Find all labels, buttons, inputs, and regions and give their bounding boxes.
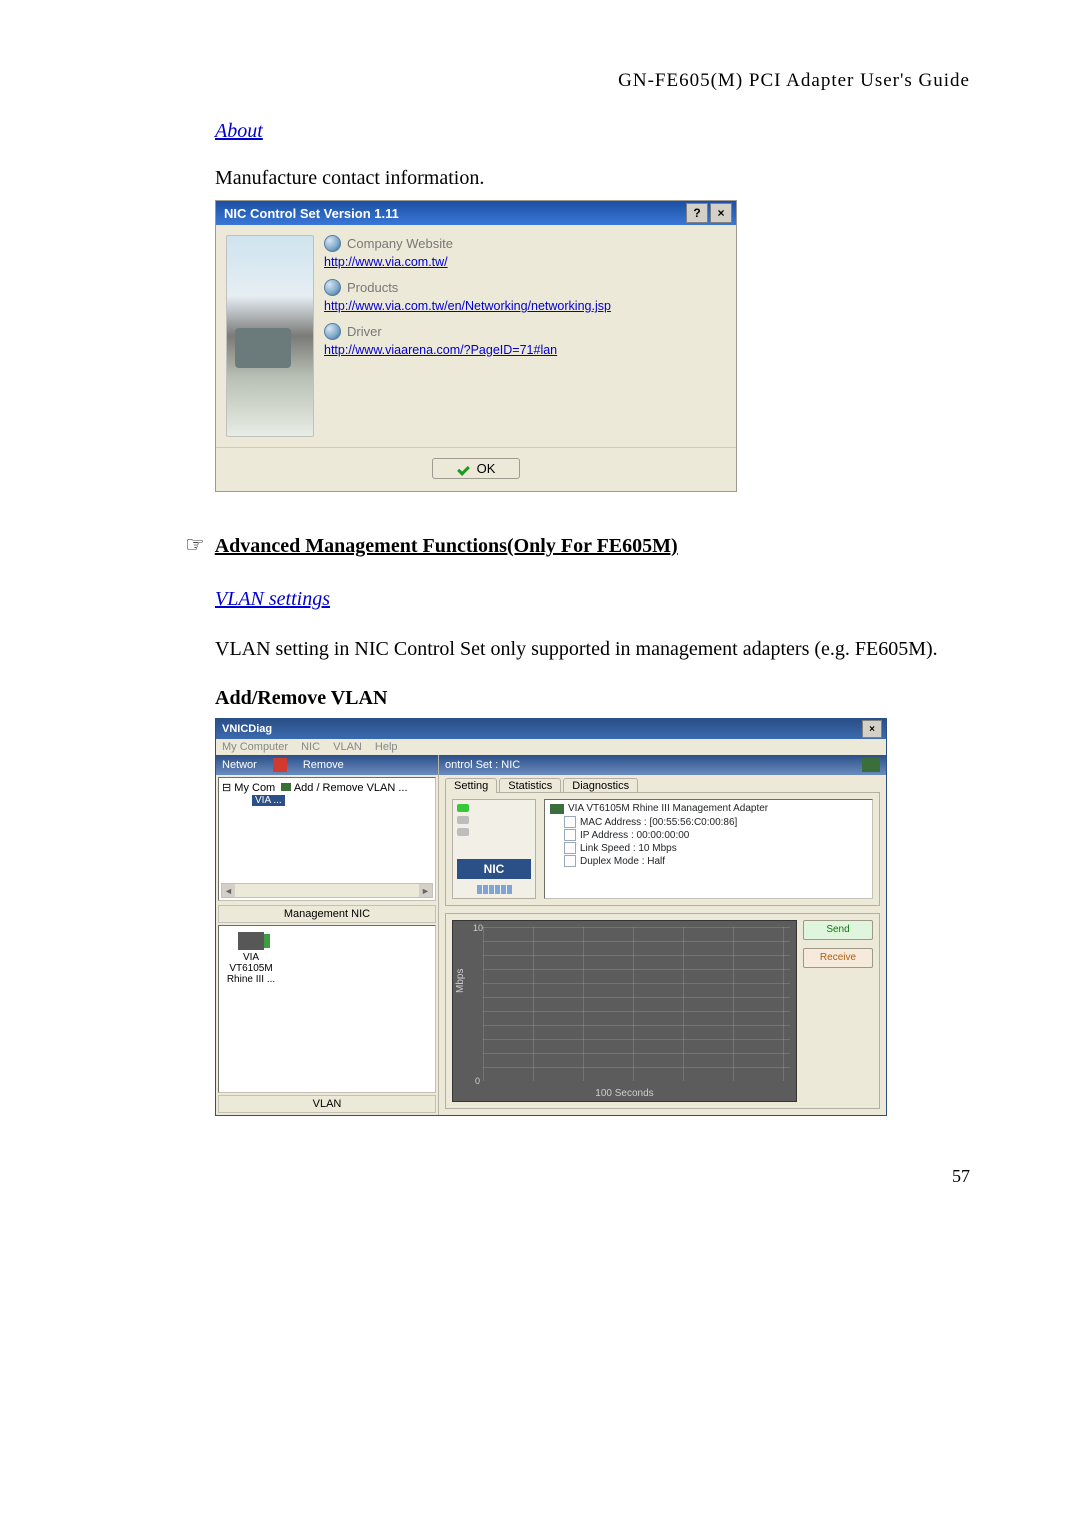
chart-ytick-max: 10	[473, 923, 483, 933]
nic-bars-icon	[457, 885, 531, 894]
management-nic-panel: VIA VT6105M Rhine III ...	[218, 925, 436, 1093]
tree-scrollbar[interactable]: ◄ ►	[221, 883, 433, 898]
nic-item-label-2: Rhine III ...	[225, 974, 277, 985]
setting-tab-panel: NIC VIA VT6105M Rhine III Management Ada…	[445, 792, 880, 906]
ok-button-label: OK	[477, 461, 496, 476]
tab-strip: Setting Statistics Diagnostics	[439, 775, 886, 793]
info-mac-address: MAC Address : [00:55:56:C0:00:86]	[580, 817, 737, 828]
dialog-side-image	[226, 235, 314, 437]
vnicdiag-titlebar: VNICDiag ×	[216, 719, 886, 739]
legend-send-button[interactable]: Send	[803, 920, 873, 940]
menu-my-computer[interactable]: My Computer	[222, 741, 288, 753]
property-icon	[564, 855, 576, 867]
led-gray-icon	[457, 816, 469, 824]
menu-vlan[interactable]: VLAN	[333, 741, 362, 753]
property-icon	[564, 816, 576, 828]
company-website-link[interactable]: http://www.via.com.tw/	[324, 255, 448, 269]
nic-status-tile: NIC	[452, 799, 536, 899]
adapter-icon	[550, 804, 564, 814]
info-root-label: VIA VT6105M Rhine III Management Adapter	[568, 803, 768, 814]
vnicdiag-window: VNICDiag × My Computer NIC VLAN Help Net…	[215, 718, 887, 1116]
driver-label: Driver	[347, 324, 382, 339]
control-set-header: ontrol Set : NIC	[439, 755, 886, 775]
legend-receive-button[interactable]: Receive	[803, 948, 873, 968]
pointing-hand-icon: ☞	[185, 532, 205, 558]
dialog-help-button[interactable]: ?	[686, 203, 708, 223]
checkmark-icon	[457, 462, 471, 476]
chart-legend: Send Receive	[803, 920, 873, 1102]
vnicdiag-title-text: VNICDiag	[222, 723, 862, 735]
about-lead-text: Manufacture contact information.	[215, 167, 970, 190]
about-heading-link[interactable]: About	[215, 120, 263, 143]
tab-setting[interactable]: Setting	[445, 778, 497, 793]
info-duplex-mode: Duplex Mode : Half	[580, 856, 665, 867]
info-ip-address: IP Address : 00:00:00:00	[580, 830, 689, 841]
dialog-close-button[interactable]: ×	[710, 203, 732, 223]
nic-control-set-dialog: NIC Control Set Version 1.11 ? × Company…	[215, 200, 737, 492]
tree-selected-item[interactable]: VIA ...	[252, 795, 285, 806]
led-green-icon	[457, 804, 469, 812]
doc-header: GN-FE605(M) PCI Adapter User's Guide	[215, 70, 970, 92]
page-number: 57	[215, 1166, 970, 1187]
globe-icon	[324, 235, 341, 252]
tree-view[interactable]: ⊟ My Com Add / Remove VLAN ... VIA ... ◄…	[218, 777, 436, 901]
vnicdiag-menubar: My Computer NIC VLAN Help	[216, 739, 886, 755]
ok-button[interactable]: OK	[432, 458, 521, 479]
menu-nic[interactable]: NIC	[301, 741, 320, 753]
chart-ylabel: Mbps	[455, 969, 466, 993]
remove-header-label: Remove	[303, 759, 344, 771]
tab-diagnostics[interactable]: Diagnostics	[563, 778, 638, 793]
driver-link[interactable]: http://www.viaarena.com/?PageID=71#lan	[324, 343, 557, 357]
management-nic-header: Management NIC	[218, 905, 436, 923]
tree-root-label: My Com	[234, 782, 275, 794]
chart-ytick-min: 0	[475, 1076, 480, 1086]
menu-help[interactable]: Help	[375, 741, 398, 753]
tab-statistics[interactable]: Statistics	[499, 778, 561, 793]
products-label: Products	[347, 280, 398, 295]
vlan-section-header: VLAN	[218, 1095, 436, 1113]
add-remove-vlan-subhead: Add/Remove VLAN	[215, 687, 970, 710]
property-icon	[564, 842, 576, 854]
advanced-heading: Advanced Management Functions(Only For F…	[215, 535, 678, 558]
globe-icon	[324, 279, 341, 296]
dialog-title-text: NIC Control Set Version 1.11	[224, 206, 684, 221]
nic-chip-icon	[238, 932, 264, 950]
chart-xlabel: 100 Seconds	[453, 1088, 796, 1099]
throughput-chart: 10 0 Mbps 100 Seconds	[452, 920, 797, 1102]
nic-header-icon	[862, 758, 880, 772]
throughput-chart-area: 10 0 Mbps 100 Seconds Send Receive	[445, 913, 880, 1109]
scroll-right-button[interactable]: ►	[419, 884, 432, 897]
nic-adapter-item[interactable]: VIA VT6105M Rhine III ...	[225, 932, 277, 985]
vlan-settings-heading-link[interactable]: VLAN settings	[215, 588, 330, 611]
nic-item-label-1: VIA VT6105M	[225, 952, 277, 974]
vnicdiag-close-button[interactable]: ×	[862, 720, 882, 738]
tree-add-remove-vlan[interactable]: Add / Remove VLAN ...	[294, 782, 408, 794]
dialog-titlebar: NIC Control Set Version 1.11 ? ×	[216, 201, 736, 225]
left-network-header: Networ Remove	[216, 755, 438, 775]
control-set-label: ontrol Set : NIC	[445, 759, 520, 771]
scroll-left-button[interactable]: ◄	[222, 884, 235, 897]
nic-info-tree: VIA VT6105M Rhine III Management Adapter…	[544, 799, 873, 899]
company-website-label: Company Website	[347, 236, 453, 251]
chart-grid	[483, 927, 790, 1081]
products-link[interactable]: http://www.via.com.tw/en/Networking/netw…	[324, 299, 611, 313]
network-header-label: Networ	[222, 759, 257, 771]
led-gray-icon	[457, 828, 469, 836]
property-icon	[564, 829, 576, 841]
info-link-speed: Link Speed : 10 Mbps	[580, 843, 677, 854]
vlan-paragraph: VLAN setting in NIC Control Set only sup…	[215, 635, 970, 663]
remove-icon	[273, 758, 287, 772]
globe-icon	[324, 323, 341, 340]
nic-tile-label: NIC	[457, 859, 531, 879]
